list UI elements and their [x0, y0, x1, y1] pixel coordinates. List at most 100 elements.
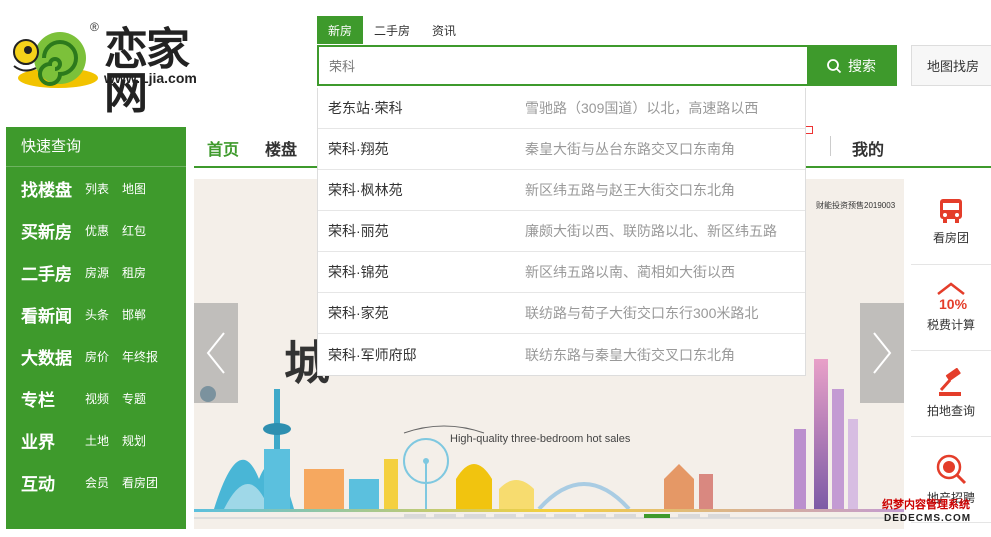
- search-suggestions: 老东站·荣科 雪驰路（309国道）以北，高速路以西 荣科·翔苑 秦皇大街与丛台东…: [317, 88, 806, 376]
- suggestion-item[interactable]: 荣科·枫林苑 新区纬五路与赵王大街交口东北角: [318, 170, 805, 211]
- search-tabs: 新房 二手房 资讯: [317, 16, 467, 44]
- percent-house-icon: 10%: [937, 282, 968, 312]
- carousel-dot[interactable]: [614, 514, 636, 518]
- recruit-magnifier-icon: [936, 454, 967, 485]
- suggestion-address: 联纺东路与秦皇大街交叉口东北角: [525, 346, 735, 363]
- banner-prev-button[interactable]: [194, 303, 238, 403]
- menu-sub-link[interactable]: 房价: [85, 348, 109, 365]
- carousel-dot-active[interactable]: [644, 514, 670, 518]
- menu-row-industry: 业界 土地 规划: [6, 419, 186, 461]
- menu-row-interact: 互动 会员 看房团: [6, 461, 186, 503]
- site-logo[interactable]: ® 恋家网 www.Ljia.com: [8, 18, 228, 116]
- menu-sub-link[interactable]: 房源: [85, 264, 109, 281]
- right-tools: 看房团 10% 税费计算 拍地查询 地产招聘: [911, 179, 991, 529]
- menu-head[interactable]: 互动: [21, 470, 85, 495]
- tool-house-tour[interactable]: 看房团: [911, 179, 991, 265]
- tab-news[interactable]: 资讯: [421, 16, 467, 44]
- menu-sub-link[interactable]: 年终报: [122, 348, 158, 365]
- menu-sub-link[interactable]: 优惠: [85, 222, 109, 239]
- search-box: 搜索: [317, 45, 897, 86]
- menu-sub-link[interactable]: 红包: [122, 222, 146, 239]
- menu-sub-link[interactable]: 会员: [85, 474, 109, 491]
- carousel-dot[interactable]: [554, 514, 576, 518]
- carousel-dot[interactable]: [404, 514, 426, 518]
- menu-sub-link[interactable]: 邯郸: [122, 306, 146, 323]
- registered-mark: ®: [90, 20, 99, 34]
- tool-label: 拍地查询: [926, 404, 975, 418]
- menu-row-find-loupan: 找楼盘 列表 地图: [6, 167, 186, 209]
- carousel-dot[interactable]: [494, 514, 516, 518]
- menu-row-news: 看新闻 头条 邯郸: [6, 293, 186, 335]
- suggestion-address: 联纺路与荀子大街交口东行300米路北: [525, 305, 759, 321]
- chevron-left-icon: [206, 332, 225, 374]
- menu-sub-link[interactable]: 专题: [122, 390, 146, 407]
- nav-mine[interactable]: 我的: [852, 136, 884, 160]
- tool-land-auction[interactable]: 拍地查询: [911, 351, 991, 437]
- menu-sub-link[interactable]: 视频: [85, 390, 109, 407]
- menu-head[interactable]: 业界: [21, 428, 85, 453]
- suggestion-item[interactable]: 荣科·军师府邸 联纺东路与秦皇大街交叉口东北角: [318, 334, 805, 375]
- menu-sub-link[interactable]: 列表: [85, 180, 109, 197]
- map-search-button[interactable]: 地图找房: [911, 45, 991, 86]
- banner-tag: 财能投资预售2019003: [816, 201, 896, 210]
- menu-row-column: 专栏 视频 专题: [6, 377, 186, 419]
- suggestion-item[interactable]: 荣科·家苑 联纺路与荀子大街交口东行300米路北: [318, 293, 805, 334]
- suggestion-item[interactable]: 荣科·翔苑 秦皇大街与丛台东路交叉口东南角: [318, 129, 805, 170]
- menu-head[interactable]: 买新房: [21, 218, 85, 243]
- menu-head[interactable]: 看新闻: [21, 302, 85, 327]
- menu-head[interactable]: 二手房: [21, 260, 85, 285]
- menu-sub-link[interactable]: 头条: [85, 306, 109, 323]
- tool-label: 看房团: [932, 231, 969, 245]
- suggestion-name: 荣科·家苑: [328, 305, 389, 321]
- snail-logo-icon: [13, 32, 98, 88]
- carousel-indicators: [404, 514, 730, 518]
- tab-new-house[interactable]: 新房: [317, 16, 364, 44]
- suggestion-name: 老东站·荣科: [328, 100, 403, 116]
- gavel-icon: [939, 368, 961, 396]
- menu-head[interactable]: 专栏: [21, 386, 85, 411]
- nav-loupan[interactable]: 楼盘: [265, 136, 297, 160]
- menu-row-big-data: 大数据 房价 年终报: [6, 335, 186, 377]
- search-button-label: 搜索: [848, 57, 876, 74]
- search-input[interactable]: [319, 47, 807, 84]
- quick-query-title: 快速查询: [6, 127, 186, 167]
- banner-next-button[interactable]: [860, 303, 904, 403]
- menu-sub-link[interactable]: 土地: [85, 432, 109, 449]
- suggestion-address: 雪驰路（309国道）以北，高速路以西: [525, 100, 759, 116]
- menu-row-buy-new: 买新房 优惠 红包: [6, 209, 186, 251]
- suggestion-item[interactable]: 荣科·锦苑 新区纬五路以南、蔺相如大街以西: [318, 252, 805, 293]
- suggestion-name: 荣科·锦苑: [328, 264, 389, 280]
- carousel-dot[interactable]: [708, 514, 730, 518]
- menu-head[interactable]: 大数据: [21, 344, 85, 369]
- suggestion-name: 荣科·丽苑: [328, 223, 389, 239]
- brand-url: www.Ljia.com: [104, 70, 197, 86]
- carousel-dot[interactable]: [678, 514, 700, 518]
- suggestion-address: 新区纬五路与赵王大街交口东北角: [525, 182, 735, 198]
- tool-icon-text: 10%: [939, 296, 968, 312]
- chevron-right-icon: [873, 332, 892, 374]
- carousel-dot[interactable]: [524, 514, 546, 518]
- menu-head[interactable]: 找楼盘: [21, 176, 85, 201]
- carousel-dot[interactable]: [434, 514, 456, 518]
- nav-home[interactable]: 首页: [207, 136, 239, 160]
- tab-second-hand[interactable]: 二手房: [363, 16, 421, 44]
- tool-tax-calculator[interactable]: 10% 税费计算: [911, 265, 991, 351]
- tool-label: 税费计算: [926, 318, 975, 332]
- suggestion-item[interactable]: 老东站·荣科 雪驰路（309国道）以北，高速路以西: [318, 88, 805, 129]
- menu-sub-link[interactable]: 看房团: [122, 474, 158, 491]
- menu-sub-link[interactable]: 地图: [122, 180, 146, 197]
- nav-divider: [830, 136, 831, 156]
- suggestion-address: 新区纬五路以南、蔺相如大街以西: [525, 264, 735, 280]
- suggestion-item[interactable]: 荣科·丽苑 廉颇大街以西、联防路以北、新区纬五路: [318, 211, 805, 252]
- carousel-dot[interactable]: [464, 514, 486, 518]
- menu-sub-link[interactable]: 租房: [122, 264, 146, 281]
- suggestion-name: 荣科·枫林苑: [328, 182, 403, 198]
- search-button[interactable]: 搜索: [807, 47, 895, 84]
- quick-query-menu: 快速查询 找楼盘 列表 地图 买新房 优惠 红包 二手房 房源 租房 看新闻 头…: [6, 127, 186, 529]
- carousel-dot[interactable]: [584, 514, 606, 518]
- menu-sub-link[interactable]: 规划: [122, 432, 146, 449]
- watermark-line2: DEDECMS.COM: [884, 513, 972, 524]
- suggestion-name: 荣科·军师府邸: [328, 346, 417, 363]
- suggestion-address: 廉颇大街以西、联防路以北、新区纬五路: [525, 223, 777, 239]
- suggestion-address: 秦皇大街与丛台东路交叉口东南角: [525, 141, 735, 157]
